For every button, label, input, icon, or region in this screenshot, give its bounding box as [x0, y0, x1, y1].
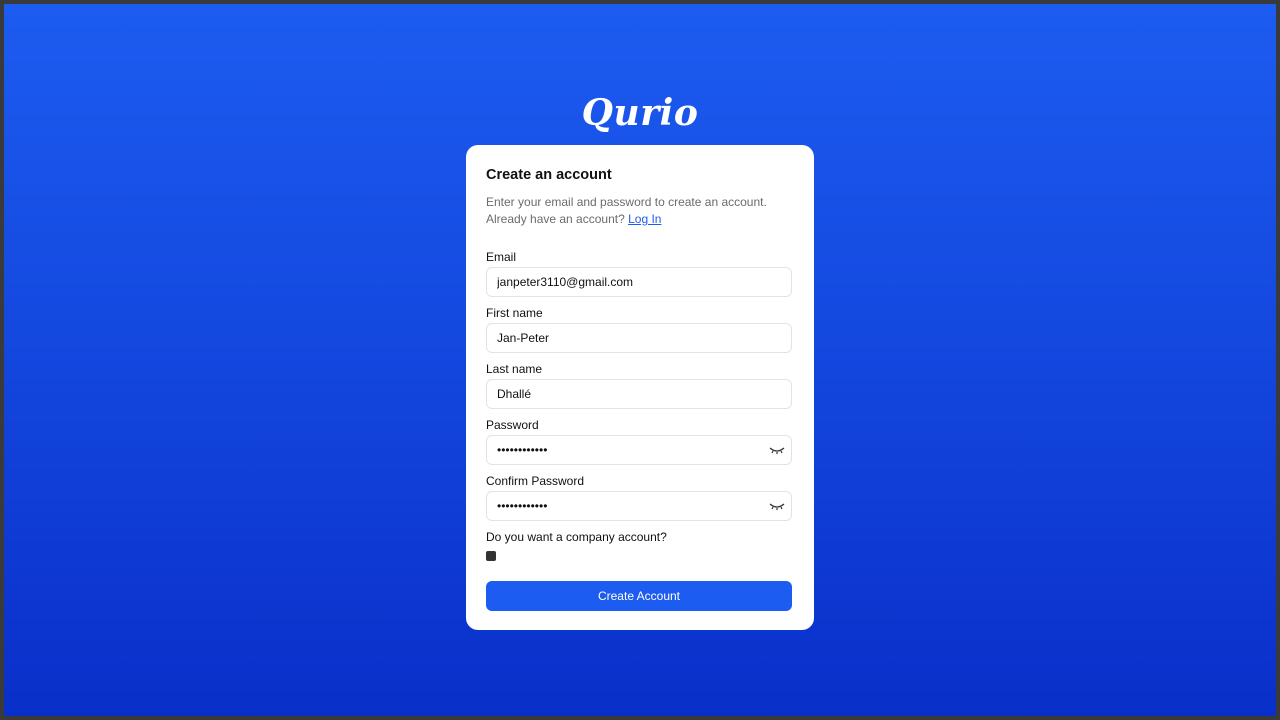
email-label: Email: [486, 250, 517, 264]
first-name-label: First name: [486, 306, 543, 320]
login-link[interactable]: Log In: [628, 212, 661, 226]
last-name-field-group: Last name: [486, 362, 794, 409]
confirm-password-input-wrapper: [486, 491, 792, 521]
card-description: Enter your email and password to create …: [486, 194, 794, 228]
description-line: Enter your email and password to create …: [486, 195, 767, 209]
password-input-wrapper: [486, 435, 792, 465]
confirm-password-label: Confirm Password: [486, 474, 585, 488]
company-account-checkbox[interactable]: [486, 551, 496, 561]
first-name-input-wrapper: [486, 323, 792, 353]
signup-form: Email First name Last name Password: [486, 250, 794, 611]
email-input-wrapper: [486, 267, 792, 297]
password-input[interactable]: [487, 436, 791, 464]
last-name-label: Last name: [486, 362, 543, 376]
company-account-question: Do you want a company account?: [486, 530, 667, 544]
login-prompt-text: Already have an account?: [486, 212, 625, 226]
login-prompt: Already have an account? Log In: [486, 211, 794, 228]
eye-closed-icon[interactable]: [769, 500, 785, 512]
eye-closed-icon[interactable]: [769, 444, 785, 456]
email-input[interactable]: [487, 268, 791, 296]
signup-card: Create an account Enter your email and p…: [466, 145, 814, 630]
password-label: Password: [486, 418, 539, 432]
confirm-password-input[interactable]: [487, 492, 791, 520]
brand-logo: Qurio: [581, 92, 699, 134]
password-field-group: Password: [486, 418, 794, 465]
page-background: Qurio Create an account Enter your email…: [4, 4, 1276, 716]
first-name-input[interactable]: [487, 324, 791, 352]
first-name-field-group: First name: [486, 306, 794, 353]
card-title: Create an account: [486, 167, 612, 183]
last-name-input[interactable]: [487, 380, 791, 408]
email-field-group: Email: [486, 250, 794, 297]
confirm-password-field-group: Confirm Password: [486, 474, 794, 521]
create-account-button[interactable]: Create Account: [486, 581, 792, 611]
last-name-input-wrapper: [486, 379, 792, 409]
